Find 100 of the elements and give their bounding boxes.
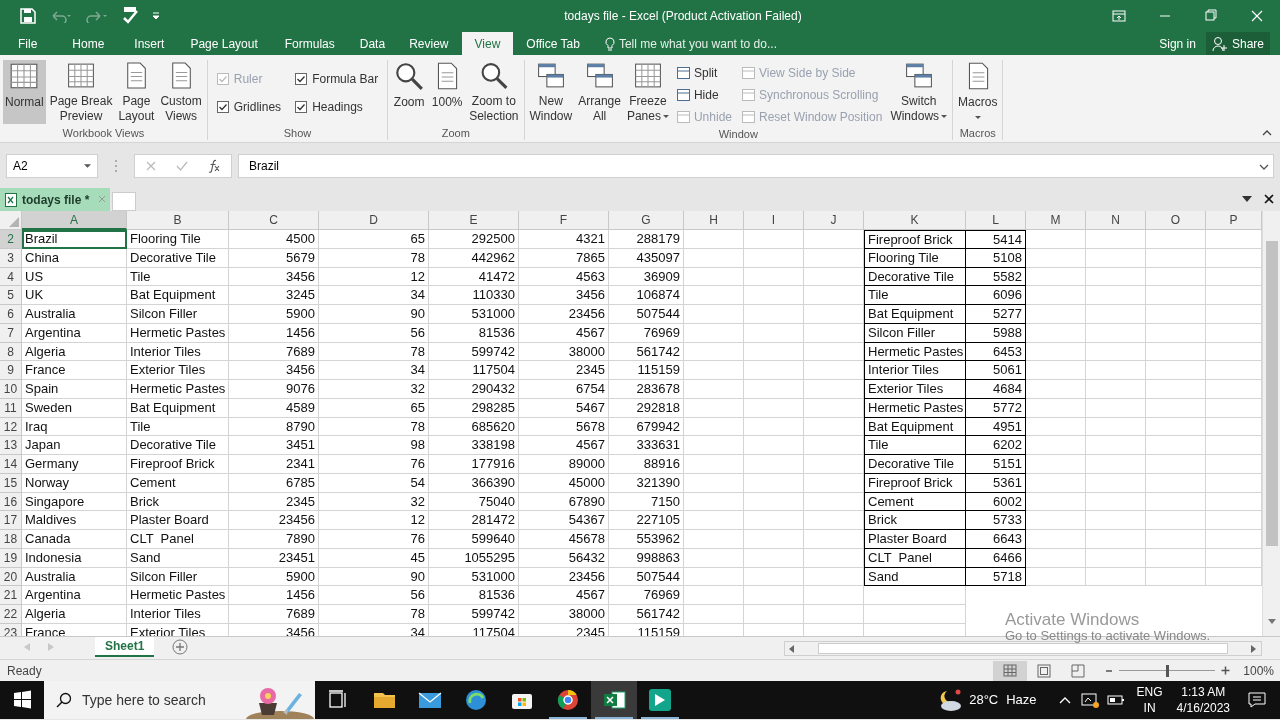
table-cell[interactable] (1086, 398, 1146, 418)
table-cell[interactable]: 281472 (429, 511, 519, 530)
table-cell[interactable]: 338198 (429, 436, 519, 455)
table-cell[interactable] (744, 530, 804, 549)
name-box[interactable]: A2 (6, 153, 98, 178)
table-cell[interactable] (864, 586, 966, 605)
table-cell[interactable] (804, 230, 864, 249)
ribbon-button[interactable]: Hide (676, 85, 732, 105)
table-cell[interactable] (744, 473, 804, 493)
table-cell[interactable]: 507544 (609, 305, 684, 324)
table-cell[interactable] (1086, 230, 1146, 249)
table-cell[interactable] (864, 605, 966, 624)
search-field[interactable]: Type here to search (44, 681, 315, 719)
table-cell[interactable]: Silcon Filler (127, 305, 229, 324)
table-cell[interactable] (684, 473, 744, 493)
table-cell[interactable]: 1456 (229, 323, 319, 343)
column-header[interactable]: M (1026, 211, 1086, 230)
table-cell[interactable]: 4567 (519, 323, 609, 343)
table-cell[interactable] (1086, 511, 1146, 530)
table-cell[interactable] (804, 380, 864, 399)
table-cell[interactable] (684, 248, 744, 268)
row-header[interactable]: 6 (0, 305, 22, 324)
table-cell[interactable]: 3456 (229, 267, 319, 287)
table-cell[interactable] (1026, 323, 1086, 343)
scroll-left-icon[interactable] (789, 644, 794, 653)
table-cell[interactable] (1146, 361, 1206, 380)
table-cell[interactable]: 32 (319, 492, 429, 512)
table-cell[interactable] (1026, 342, 1086, 362)
share-button[interactable]: Share (1205, 32, 1270, 55)
table-cell[interactable]: 6202 (966, 436, 1026, 455)
table-cell[interactable] (684, 492, 744, 512)
table-cell[interactable] (1026, 436, 1086, 455)
table-cell[interactable] (684, 455, 744, 474)
table-cell[interactable] (1146, 567, 1206, 587)
row-header[interactable]: 10 (0, 380, 22, 399)
ribbon-tab[interactable]: Page Layout (177, 32, 271, 55)
document-tab[interactable]: todays file * (0, 188, 95, 211)
ribbon-button[interactable]: Page Break Preview (47, 60, 115, 124)
table-cell[interactable]: 6096 (966, 286, 1026, 305)
table-cell[interactable]: 7890 (229, 530, 319, 549)
checkbox[interactable]: Headings (295, 97, 379, 117)
table-cell[interactable]: Sand (864, 567, 966, 587)
zoom-level[interactable]: 100% (1230, 661, 1280, 680)
table-cell[interactable] (744, 267, 804, 287)
table-cell[interactable]: 4563 (519, 267, 609, 287)
table-cell[interactable]: Silcon Filler (127, 567, 229, 587)
table-cell[interactable] (684, 511, 744, 530)
table-cell[interactable]: 76 (319, 455, 429, 474)
table-cell[interactable] (744, 586, 804, 605)
table-cell[interactable]: Fireproof Brick (864, 473, 966, 493)
table-cell[interactable]: Flooring Tile (864, 248, 966, 268)
table-cell[interactable]: Brick (127, 492, 229, 512)
table-cell[interactable]: 5679 (229, 248, 319, 268)
table-cell[interactable]: 5900 (229, 305, 319, 324)
table-cell[interactable] (1026, 530, 1086, 549)
table-cell[interactable]: Bat Equipment (864, 417, 966, 437)
table-cell[interactable] (684, 417, 744, 437)
table-cell[interactable] (1086, 436, 1146, 455)
table-cell[interactable]: Tile (864, 436, 966, 455)
table-cell[interactable] (804, 567, 864, 587)
ribbon-tab[interactable]: Review (396, 32, 462, 55)
ribbon-button[interactable]: Split (676, 63, 732, 83)
table-cell[interactable] (804, 548, 864, 568)
table-cell[interactable] (744, 380, 804, 399)
table-cell[interactable] (1086, 305, 1146, 324)
column-header[interactable]: E (429, 211, 519, 230)
table-cell[interactable] (804, 436, 864, 455)
previous-sheet-icon[interactable] (24, 643, 30, 651)
ribbon-tab[interactable]: Home (55, 32, 122, 55)
column-header[interactable]: N (1086, 211, 1146, 230)
table-cell[interactable]: 5467 (519, 398, 609, 418)
chevron-up-icon[interactable] (1058, 696, 1071, 704)
table-cell[interactable]: 32 (319, 380, 429, 399)
language-indicator[interactable]: ENG IN (1136, 684, 1163, 716)
table-cell[interactable]: 6785 (229, 473, 319, 493)
table-cell[interactable] (1146, 548, 1206, 568)
table-cell[interactable]: Cement (864, 492, 966, 512)
table-cell[interactable]: 78 (319, 605, 429, 624)
table-cell[interactable]: 65 (319, 230, 429, 249)
table-cell[interactable]: 1456 (229, 586, 319, 605)
table-cell[interactable]: 117504 (429, 361, 519, 380)
table-cell[interactable] (1146, 436, 1206, 455)
ribbon-button[interactable]: New Window (527, 60, 575, 124)
table-cell[interactable]: 23451 (229, 548, 319, 568)
table-cell[interactable]: Fireproof Brick (127, 455, 229, 474)
table-cell[interactable]: 177916 (429, 455, 519, 474)
table-cell[interactable] (744, 492, 804, 512)
table-cell[interactable] (1026, 417, 1086, 437)
table-cell[interactable] (684, 548, 744, 568)
table-cell[interactable] (1146, 323, 1206, 343)
table-cell[interactable]: Argentina (22, 586, 127, 605)
checkbox[interactable]: Gridlines (216, 97, 282, 117)
table-cell[interactable] (804, 530, 864, 549)
table-cell[interactable] (804, 305, 864, 324)
table-cell[interactable] (1086, 248, 1146, 268)
table-cell[interactable] (744, 436, 804, 455)
row-header[interactable]: 14 (0, 455, 22, 474)
table-cell[interactable]: 5061 (966, 361, 1026, 380)
sheet-tab[interactable]: Sheet1 (95, 637, 155, 657)
table-cell[interactable]: 90 (319, 305, 429, 324)
